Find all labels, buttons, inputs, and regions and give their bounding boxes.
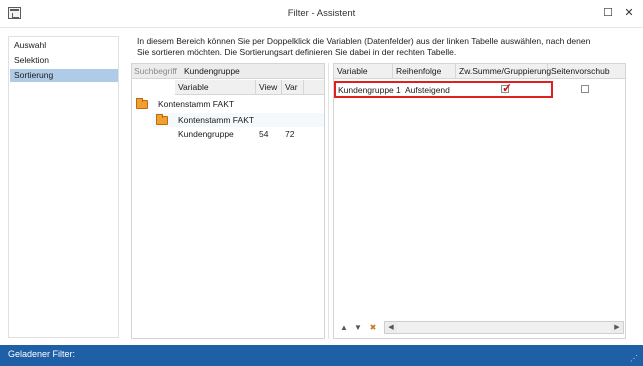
table-row[interactable]: Kundengruppe 1 Aufsteigend ✓	[334, 81, 625, 98]
close-icon[interactable]: ✕	[621, 5, 637, 21]
description-line-2: Sie sortieren möchten. Die Sortierungsar…	[137, 47, 457, 57]
cell-variable: Kundengruppe	[178, 129, 234, 139]
nav-item-sortierung[interactable]: Sortierung	[10, 69, 118, 82]
status-text: Geladener Filter:	[8, 349, 76, 359]
column-header-reihenfolge[interactable]: Reihenfolge	[393, 64, 456, 79]
column-header-var[interactable]: Var	[282, 80, 304, 95]
column-header-variable[interactable]: Variable	[175, 80, 256, 95]
check-icon: ✓	[502, 81, 513, 95]
variable-table-header: Variable View Var	[175, 80, 324, 95]
search-input[interactable]: Kundengruppe	[184, 66, 240, 76]
cell-reihenfolge[interactable]: 1 Aufsteigend	[396, 85, 450, 95]
tree-group-name: Kontenstamm FAKT	[158, 99, 235, 109]
cell-variable: Kundengruppe	[338, 85, 394, 95]
delete-row-icon[interactable]: ✖	[367, 322, 379, 334]
seitenvorschub-checkbox[interactable]	[581, 85, 589, 93]
tree-group-row-container[interactable]: Kontenstamm FAKT	[132, 96, 324, 111]
title-bar: Filter - Assistent ☐ ✕	[0, 0, 643, 27]
variable-tree-table: Suchbegriff Kundengruppe Variable View V…	[131, 63, 325, 339]
zwsumme-checkbox[interactable]: ✓	[501, 81, 513, 95]
tree-subgroup-row[interactable]: Kontenstamm FAKT	[152, 113, 324, 127]
scroll-left-icon[interactable]: ◀	[385, 322, 397, 333]
step-navigation: Auswahl Selektion Sortierung	[8, 36, 119, 338]
sort-table-header: Variable Reihenfolge Zw.Summe/Gruppierun…	[334, 64, 625, 79]
title-divider	[0, 27, 643, 28]
tree-subgroup-name: Kontenstamm FAKT	[178, 115, 255, 125]
nav-item-auswahl[interactable]: Auswahl	[10, 39, 118, 52]
resize-grip-icon[interactable]: ⋰	[630, 354, 640, 364]
pane-splitter[interactable]	[325, 63, 333, 339]
search-bar: Suchbegriff Kundengruppe	[132, 64, 324, 79]
status-bar: Geladener Filter: ⋰	[0, 345, 643, 366]
description-line-1: In diesem Bereich können Sie per Doppelk…	[137, 36, 591, 46]
move-down-icon[interactable]: ▼	[352, 322, 364, 334]
move-up-icon[interactable]: ▲	[338, 322, 350, 334]
table-row[interactable]: Kundengruppe 54 72	[175, 128, 324, 141]
nav-item-selektion[interactable]: Selektion	[10, 54, 118, 67]
sort-table: Variable Reihenfolge Zw.Summe/Gruppierun…	[333, 63, 626, 339]
cell-view: 54	[259, 129, 269, 139]
column-header-variable[interactable]: Variable	[334, 64, 393, 79]
search-label: Suchbegriff	[134, 66, 177, 76]
column-header-seitenvorschub[interactable]: Seitenvorschub	[548, 64, 625, 79]
group-folder-icon	[136, 98, 148, 109]
scroll-right-icon[interactable]: ▶	[611, 322, 623, 333]
horizontal-scrollbar[interactable]: ◀ ▶	[384, 321, 624, 334]
column-header-view[interactable]: View	[256, 80, 282, 95]
maximize-icon[interactable]: ☐	[600, 5, 616, 21]
cell-var: 72	[285, 129, 295, 139]
subgroup-folder-icon	[156, 114, 168, 125]
column-header-zwsumme[interactable]: Zw.Summe/Gruppierung	[456, 64, 551, 79]
splitter-line	[328, 63, 329, 339]
window-title: Filter - Assistent	[287, 8, 356, 19]
description-text: In diesem Bereich können Sie per Doppelk…	[137, 36, 617, 58]
